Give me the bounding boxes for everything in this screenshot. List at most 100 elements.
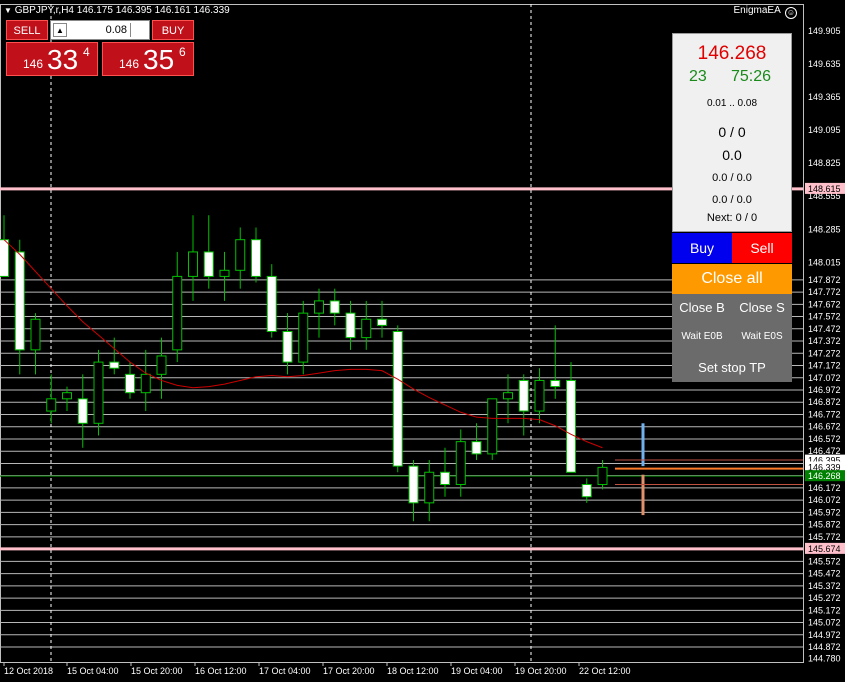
price-axis-label: 149.905 <box>808 26 841 36</box>
lot-dropdown-icon[interactable]: ▲ <box>53 23 67 37</box>
ask-pipette: 6 <box>179 45 186 59</box>
price-axis-label: 147.172 <box>808 361 841 371</box>
ea-info-panel: 146.268 23 75:26 0.01 .. 0.08 0 / 0 0.0 … <box>672 33 792 232</box>
ea-current-price: 146.268 <box>697 43 767 64</box>
ea-buy-button[interactable]: Buy <box>672 233 732 263</box>
price-axis-label: 144.872 <box>808 642 841 652</box>
price-axis-label: 146.672 <box>808 422 841 432</box>
ea-control-panel: Close B Close S Wait E0B Wait E0S Set st… <box>672 294 792 382</box>
ea-name: EnigmaEA <box>733 5 781 16</box>
price-axis-label: 147.472 <box>808 324 841 334</box>
price-axis-label: 146.072 <box>808 495 841 505</box>
price-axis-label: 145.472 <box>808 569 841 579</box>
price-axis-label: 146.772 <box>808 409 841 419</box>
candle-body <box>30 318 41 351</box>
candle-body <box>503 392 513 400</box>
symbol-ohlc-text: GBPJPY,r,H4 146.175 146.395 146.161 146.… <box>14 5 230 16</box>
price-axis-label: 146.572 <box>808 434 841 444</box>
ea-profit: 0.0 <box>722 147 742 163</box>
symbol-info: ▼ GBPJPY,r,H4 146.175 146.395 146.161 14… <box>4 5 230 16</box>
price-axis-label: 145.372 <box>808 581 841 591</box>
price-axis-label: 147.372 <box>808 336 841 346</box>
candle-body <box>534 379 545 412</box>
price-axis-label: 147.272 <box>808 348 841 358</box>
one-click-trading-panel: SELL ▲ 0.08 BUY 146 33 4 146 35 6 <box>6 20 194 76</box>
price-axis-label: 148.285 <box>808 224 841 234</box>
set-stop-tp-button[interactable]: Set stop TP <box>672 360 792 375</box>
ea-close-all-button[interactable]: Close all <box>672 264 792 294</box>
price-axis-label: 146.972 <box>808 385 841 395</box>
wait-eob-button[interactable]: Wait E0B <box>672 331 732 342</box>
ea-next-orders: Next: 0 / 0 <box>706 212 758 224</box>
candle-body <box>329 300 340 314</box>
time-axis-label: 19 Oct 04:00 <box>451 666 503 676</box>
price-axis-label: 146.872 <box>808 397 841 407</box>
price-axis-label: 148.015 <box>808 257 841 267</box>
candle-body <box>518 379 529 412</box>
price-axis-label: 149.635 <box>808 59 841 69</box>
bid-price-box[interactable]: 146 33 4 <box>6 42 98 76</box>
time-axis-label: 16 Oct 12:00 <box>195 666 247 676</box>
price-axis-label: 144.780 <box>808 653 841 663</box>
time-axis-label: 15 Oct 20:00 <box>131 666 183 676</box>
close-sell-button[interactable]: Close S <box>732 300 792 315</box>
candle-body <box>77 398 88 424</box>
candle-body <box>203 251 214 277</box>
price-axis-label: 148.825 <box>808 158 841 168</box>
price-axis-label: 147.872 <box>808 275 841 285</box>
price-axis-label: 145.872 <box>808 520 841 530</box>
ea-bar-timer: 75:26 <box>730 68 771 85</box>
smiley-face-icon: ☺ <box>785 7 797 19</box>
one-click-buy-button[interactable]: BUY <box>152 20 194 40</box>
time-axis-label: 15 Oct 04:00 <box>67 666 119 676</box>
time-axis-label: 17 Oct 04:00 <box>259 666 311 676</box>
candle-body <box>550 379 561 388</box>
close-buy-button[interactable]: Close B <box>672 300 732 315</box>
candle-body <box>314 300 324 314</box>
candle-body <box>188 251 198 277</box>
candle-body <box>14 251 25 351</box>
candle-body <box>172 275 183 351</box>
candle-body <box>109 361 120 369</box>
candle-body <box>62 392 72 400</box>
candle-body <box>487 398 498 455</box>
price-axis-label: 145.172 <box>808 605 841 615</box>
time-axis-label: 19 Oct 20:00 <box>515 666 567 676</box>
price-tag-label: 148.615 <box>808 184 841 194</box>
candle-body <box>597 466 608 485</box>
lot-size-value: 0.08 <box>105 24 127 36</box>
price-axis-label: 145.972 <box>808 507 841 517</box>
price-axis-label: 147.772 <box>808 287 841 297</box>
bid-prefix: 146 <box>23 57 44 71</box>
candle-body <box>361 318 372 339</box>
candle-body <box>93 361 104 424</box>
candle-body <box>471 441 482 455</box>
candle-body <box>235 239 246 271</box>
one-click-sell-button[interactable]: SELL <box>6 20 48 40</box>
price-axis-label: 146.172 <box>808 483 841 493</box>
wait-eos-button[interactable]: Wait E0S <box>732 331 792 342</box>
candle-body <box>566 379 576 473</box>
lot-size-input[interactable]: ▲ 0.08 <box>50 20 150 40</box>
candle-body <box>345 312 356 339</box>
candle-body <box>581 483 592 498</box>
symbol-dropdown-icon[interactable]: ▼ <box>4 6 12 15</box>
ask-price-box[interactable]: 146 35 6 <box>102 42 194 76</box>
candle-body <box>266 275 277 332</box>
price-axis-label: 145.572 <box>808 556 841 566</box>
candle-body <box>377 318 387 326</box>
ea-sell-button[interactable]: Sell <box>732 233 792 263</box>
ea-profit-pair-2: 0.0 / 0.0 <box>712 194 752 206</box>
candle-body <box>46 398 57 412</box>
ea-orders-count: 0 / 0 <box>718 124 746 140</box>
ask-big-digits: 35 <box>143 44 175 75</box>
candle-body <box>455 441 466 485</box>
candle-body <box>125 373 135 394</box>
expert-advisor-label[interactable]: EnigmaEA ☺ <box>734 5 797 19</box>
price-tag-label: 145.674 <box>808 544 841 554</box>
candle-body <box>251 239 261 277</box>
price-axis-label: 145.272 <box>808 593 841 603</box>
time-axis-label: 22 Oct 12:00 <box>579 666 631 676</box>
candle-body <box>440 471 450 485</box>
price-axis-label: 147.072 <box>808 373 841 383</box>
